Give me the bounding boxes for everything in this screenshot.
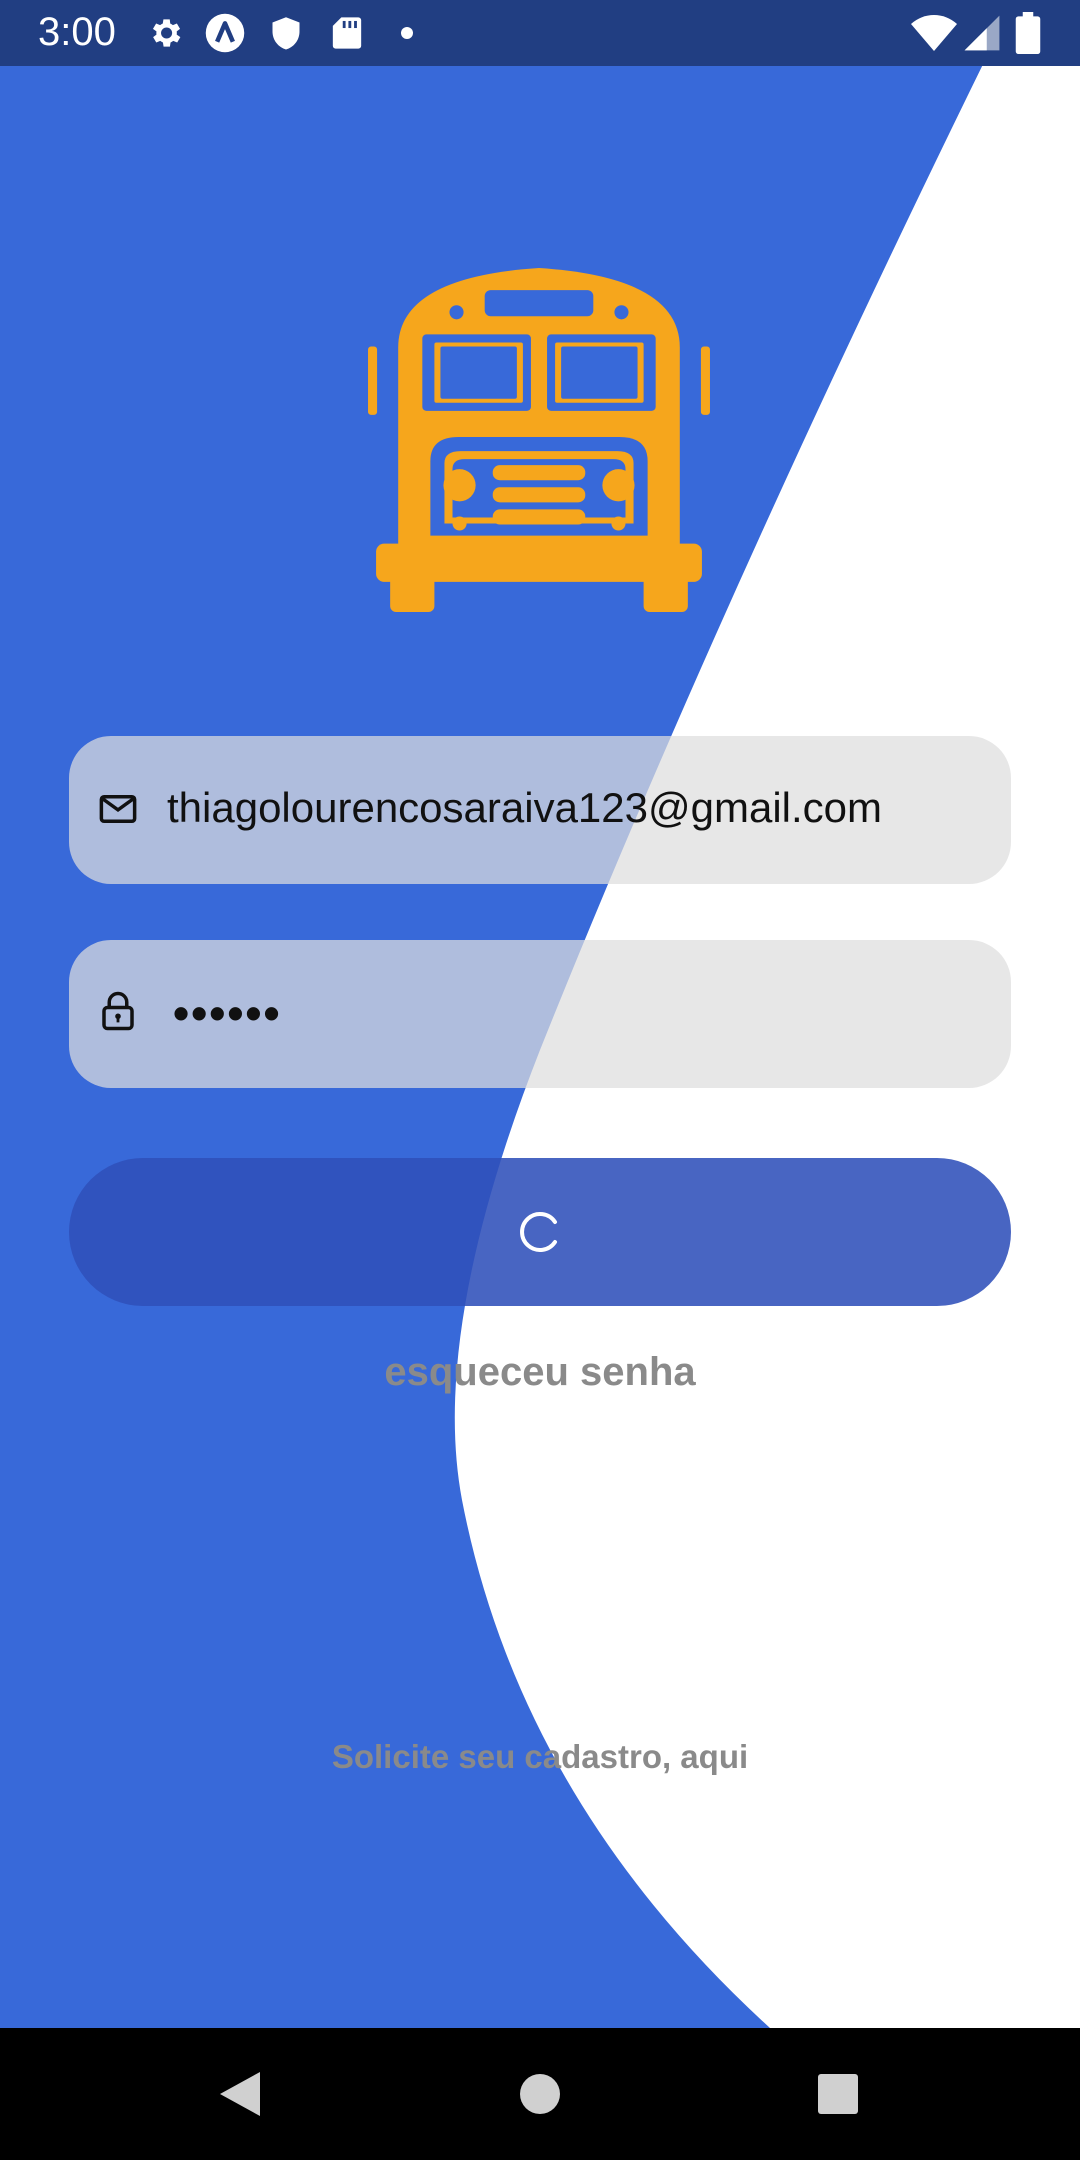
email-field[interactable]: thiagolourencosaraiva123@gmail.com [69,736,1011,884]
back-button[interactable] [180,2028,300,2160]
gear-icon [152,19,181,47]
shield-icon [272,17,300,50]
cellular-signal-icon [964,15,1000,51]
password-field[interactable]: •••••• [69,940,1011,1088]
school-bus-icon [368,268,710,612]
back-icon [220,2072,260,2116]
lock-icon [102,991,134,1031]
mail-icon [99,795,137,823]
battery-icon [1015,12,1041,54]
password-value: •••••• [173,987,282,1039]
spinner-icon [520,1212,557,1252]
login-button[interactable] [69,1158,1011,1306]
login-screen: 3:00 thiagolourencosaraiva123@gmail.com … [0,0,1080,2160]
home-icon [520,2074,560,2114]
autofill-icon [205,13,245,53]
navigation-bar [0,2028,1080,2160]
status-bar: 3:00 [0,0,1080,66]
email-value: thiagolourencosaraiva123@gmail.com [167,784,883,831]
dot-icon [401,27,413,39]
forgot-password-link[interactable]: esqueceu senha [0,1350,1080,1395]
signup-link[interactable]: Solicite seu cadastro, aqui [0,1738,1080,1776]
wifi-icon [911,15,957,51]
recents-button[interactable] [778,2028,898,2160]
status-time: 3:00 [38,10,116,54]
sd-card-icon [332,17,362,49]
recents-icon [818,2074,858,2114]
home-button[interactable] [480,2028,600,2160]
